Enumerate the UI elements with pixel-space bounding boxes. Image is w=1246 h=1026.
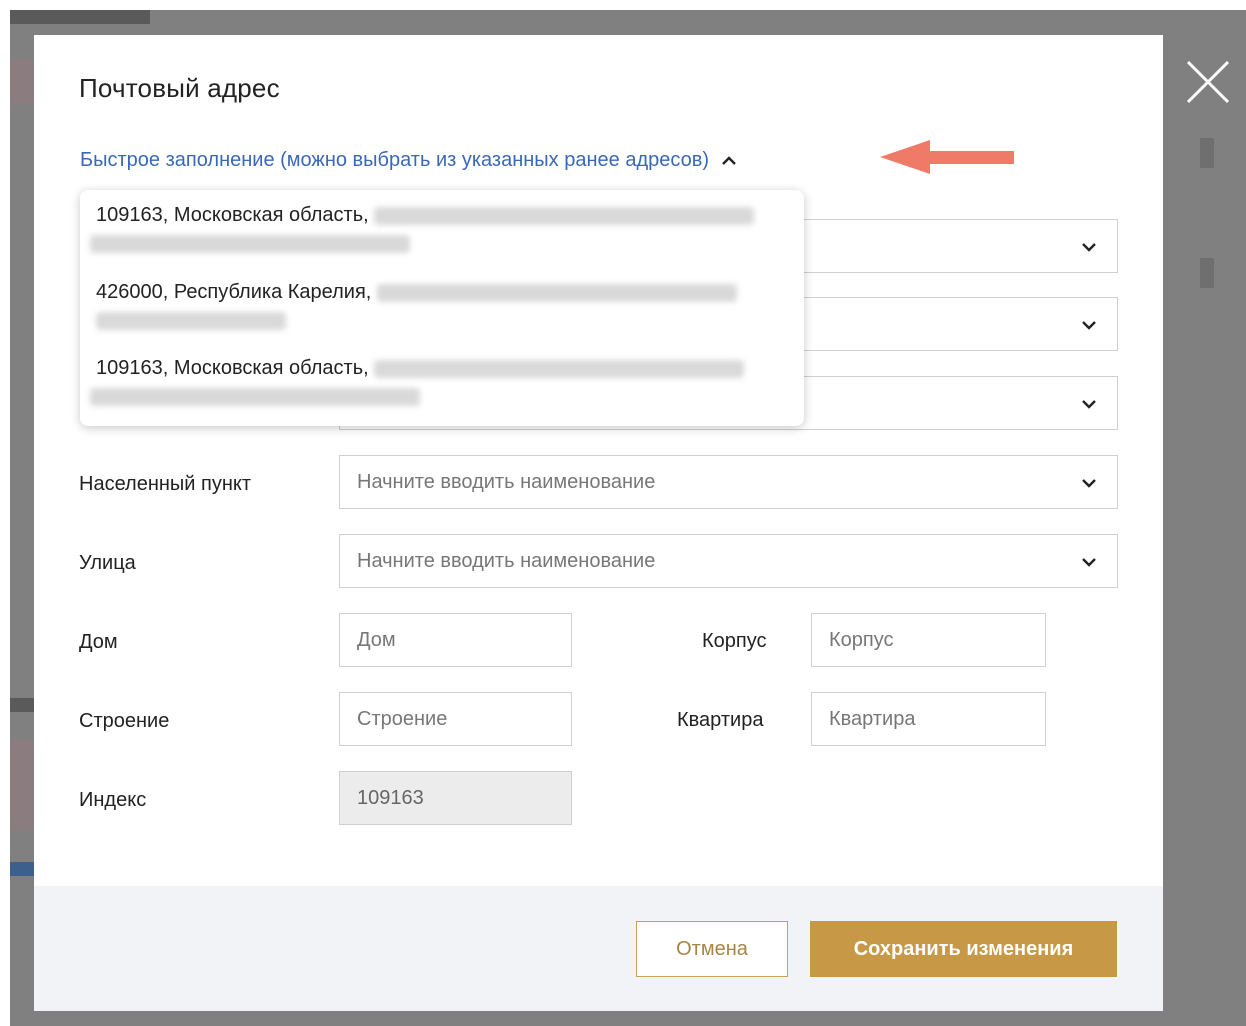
redacted-text xyxy=(374,359,745,378)
building-label: Строение xyxy=(79,710,170,732)
redacted-text xyxy=(376,283,737,302)
building-input[interactable]: Строение xyxy=(339,692,572,746)
redacted-text xyxy=(90,388,420,407)
saved-address-option[interactable]: 426000, Республика Карелия, xyxy=(96,281,786,351)
close-icon[interactable] xyxy=(1184,58,1232,106)
saved-addresses-dropdown: 109163, Московская область, 426000, Респ… xyxy=(80,190,804,426)
saved-address-text: 109163, Московская область, xyxy=(96,357,369,380)
street-placeholder: Начните вводить наименование xyxy=(357,549,656,572)
modal-footer: Отмена Сохранить изменения xyxy=(34,886,1163,1011)
chevron-down-icon xyxy=(1082,400,1096,409)
apartment-input[interactable]: Квартира xyxy=(811,692,1046,746)
saved-address-option[interactable]: 109163, Московская область, xyxy=(90,357,786,427)
chevron-down-icon xyxy=(1082,243,1096,252)
korpus-placeholder: Корпус xyxy=(829,628,894,651)
house-input[interactable]: Дом xyxy=(339,613,572,667)
chevron-down-icon xyxy=(1082,479,1096,488)
chevron-up-icon[interactable] xyxy=(721,155,737,167)
locality-select[interactable]: Начните вводить наименование xyxy=(339,455,1118,509)
index-value: 109163 xyxy=(357,786,424,809)
index-label: Индекс xyxy=(79,789,147,811)
korpus-input[interactable]: Корпус xyxy=(811,613,1046,667)
annotation-arrow-icon xyxy=(880,140,1014,174)
quick-fill-link[interactable]: Быстрое заполнение (можно выбрать из ука… xyxy=(80,149,709,172)
korpus-label: Корпус xyxy=(702,630,767,652)
index-input: 109163 xyxy=(339,771,572,825)
chevron-down-icon xyxy=(1082,321,1096,330)
saved-address-text: 426000, Республика Карелия, xyxy=(96,281,372,304)
apartment-label: Квартира xyxy=(677,709,764,731)
chevron-down-icon xyxy=(1082,558,1096,567)
save-changes-button[interactable]: Сохранить изменения xyxy=(810,921,1117,977)
locality-label: Населенный пункт xyxy=(79,473,252,495)
redacted-text xyxy=(374,206,755,225)
house-label: Дом xyxy=(79,631,118,653)
saved-address-text: 109163, Московская область, xyxy=(96,204,369,227)
house-placeholder: Дом xyxy=(357,628,396,651)
street-select[interactable]: Начните вводить наименование xyxy=(339,534,1118,588)
backdrop-link xyxy=(10,862,34,876)
postal-address-modal: Почтовый адрес Быстрое заполнение (можно… xyxy=(34,35,1163,1011)
redacted-text xyxy=(96,312,286,331)
backdrop-block xyxy=(10,740,36,830)
backdrop-icon xyxy=(1200,258,1214,288)
modal-title: Почтовый адрес xyxy=(79,73,280,103)
saved-address-option[interactable]: 109163, Московская область, xyxy=(90,204,786,274)
apartment-placeholder: Квартира xyxy=(829,707,916,730)
redacted-text xyxy=(90,235,410,254)
backdrop-heading xyxy=(10,10,150,24)
building-placeholder: Строение xyxy=(357,707,448,730)
quick-fill-toggle[interactable]: Быстрое заполнение (можно выбрать из ука… xyxy=(80,149,737,172)
locality-placeholder: Начните вводить наименование xyxy=(357,470,656,493)
cancel-button[interactable]: Отмена xyxy=(636,921,788,977)
backdrop-icon xyxy=(1200,138,1214,168)
street-label: Улица xyxy=(79,552,136,574)
